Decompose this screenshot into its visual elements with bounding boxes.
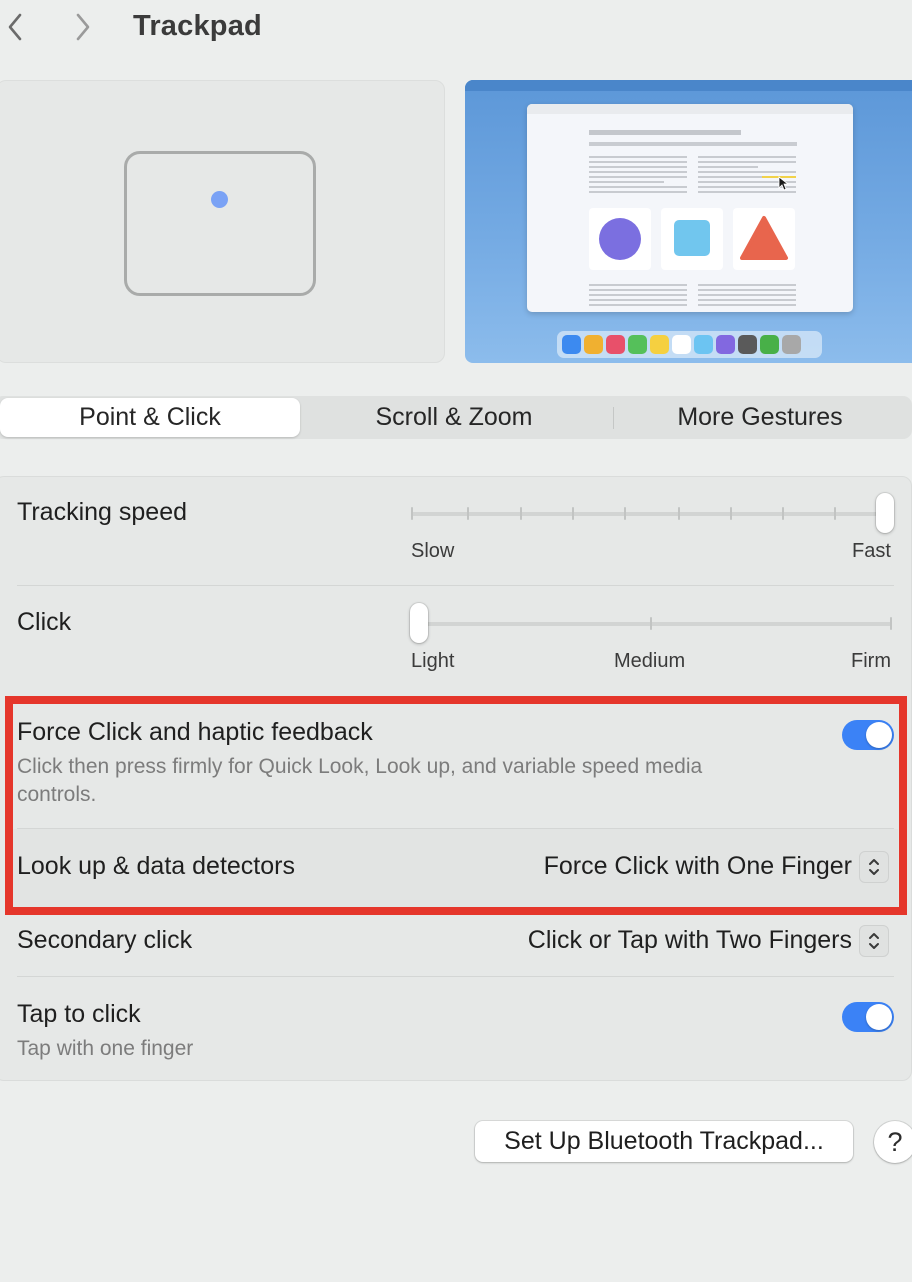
preview-document-window — [527, 104, 853, 312]
click-firm-label: Firm — [851, 650, 891, 672]
click-light-label: Light — [411, 650, 455, 672]
tracking-speed-track[interactable] — [411, 512, 892, 516]
secondary-click-label: Secondary click — [17, 926, 193, 954]
tab-scroll-and-zoom[interactable]: Scroll & Zoom — [302, 398, 606, 437]
set-up-bluetooth-trackpad-button[interactable]: Set Up Bluetooth Trackpad... — [475, 1121, 853, 1162]
forward-button[interactable] — [66, 8, 100, 46]
touch-point-dot — [211, 191, 228, 208]
tap-to-click-label: Tap to click — [17, 1000, 141, 1028]
tracking-speed-max-label: Fast — [852, 540, 891, 562]
chevron-left-icon — [8, 13, 22, 41]
page-title: Trackpad — [133, 10, 262, 42]
back-button[interactable] — [0, 8, 32, 46]
up-down-chevron-icon — [869, 933, 879, 949]
tracking-speed-min-label: Slow — [411, 540, 455, 562]
square-card — [661, 208, 723, 270]
segmented-tab-bar: Point & Click Scroll & Zoom More Gesture… — [0, 396, 912, 439]
preview-dock — [557, 331, 822, 358]
trackpad-illustration — [124, 151, 316, 296]
click-tick-medium — [650, 617, 652, 630]
tracking-speed-label: Tracking speed — [17, 498, 187, 526]
secondary-click-popup-stepper[interactable] — [859, 925, 889, 957]
tracking-speed-slider-knob[interactable] — [876, 493, 894, 533]
secondary-click-popup-value[interactable]: Click or Tap with Two Fingers — [420, 926, 852, 955]
tap-to-click-description: Tap with one finger — [17, 1037, 194, 1060]
separator — [17, 585, 894, 586]
preview-menubar — [465, 80, 912, 91]
circle-card — [589, 208, 651, 270]
click-medium-label: Medium — [614, 650, 686, 672]
pointer-cursor-icon — [778, 176, 790, 191]
tap-to-click-toggle[interactable] — [842, 1002, 894, 1032]
gesture-video-preview — [465, 80, 912, 363]
click-label: Click — [17, 608, 72, 636]
click-tick-firm — [890, 617, 892, 630]
highlight-annotation-box — [5, 696, 907, 915]
chevron-right-icon — [76, 13, 90, 41]
triangle-card — [733, 208, 795, 270]
tab-divider — [613, 407, 614, 429]
tab-point-and-click[interactable]: Point & Click — [0, 398, 300, 437]
separator — [17, 976, 894, 977]
help-button[interactable]: ? — [874, 1121, 912, 1163]
click-pressure-slider-knob[interactable] — [410, 603, 428, 643]
tab-more-gestures[interactable]: More Gestures — [608, 398, 912, 437]
